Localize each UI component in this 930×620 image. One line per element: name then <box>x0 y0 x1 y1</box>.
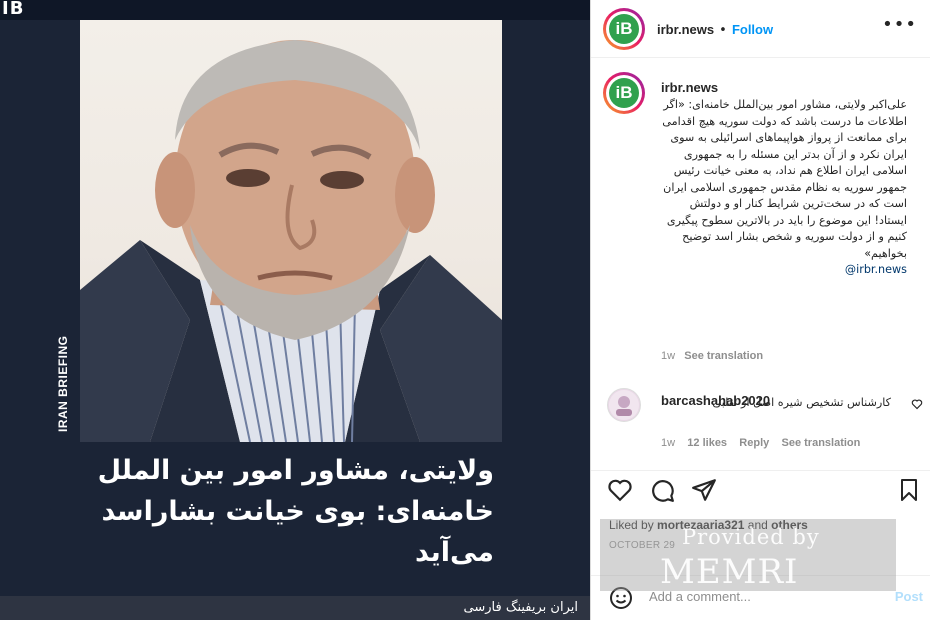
post-comment-button[interactable]: Post <box>895 589 923 604</box>
media-brand-logo: IB <box>2 0 25 19</box>
media-footer-bar: ایران بریفینگ فارسی <box>0 596 590 620</box>
more-options-icon[interactable]: ••• <box>882 14 917 35</box>
follow-button[interactable]: Follow <box>732 22 773 37</box>
post-header: iB irbr.news • Follow ••• <box>591 0 930 58</box>
caption-text: علی‌اکبر ولایتی، مشاور امور بین‌الملل خا… <box>662 98 907 260</box>
comment-time: 1w <box>661 437 676 449</box>
header-user-row: irbr.news • Follow <box>657 19 773 38</box>
author-username[interactable]: irbr.news <box>657 22 714 37</box>
post-media[interactable]: IB IRAN BRIEFING ولایتی، مشاور امور بین … <box>0 0 590 620</box>
caption-see-translation[interactable]: See translation <box>684 350 763 362</box>
caption-time: 1w <box>661 350 676 362</box>
caption-text-block: علی‌اکبر ولایتی، مشاور امور بین‌الملل خا… <box>661 97 907 279</box>
comment-text: کارشناس تشخیص شیره اصل از تقلبی <box>712 396 891 409</box>
header-separator: • <box>719 23 727 38</box>
caption-meta: 1w See translation <box>661 350 763 362</box>
comment-likes[interactable]: 12 likes <box>687 437 727 449</box>
media-footer-text: ایران بریفینگ فارسی <box>463 600 578 615</box>
media-top-strip <box>0 0 590 20</box>
iran-briefing-vertical-label: IRAN BRIEFING <box>56 335 70 433</box>
media-headline: ولایتی، مشاور امور بین الملل خامنه‌ای: ب… <box>97 455 494 568</box>
portrait-photo <box>80 20 502 442</box>
comment-like-icon[interactable] <box>911 398 923 410</box>
comment-icon[interactable] <box>649 477 675 503</box>
caption-mention-link[interactable]: irbr.news@ <box>845 263 907 276</box>
comment-reply-button[interactable]: Reply <box>739 437 769 449</box>
share-icon[interactable] <box>691 477 717 503</box>
comment-see-translation[interactable]: See translation <box>782 437 861 449</box>
watermark-line1: Provided by <box>682 525 820 549</box>
comment-meta: 1w 12 likes Reply See translation <box>661 437 860 449</box>
commenter-avatar-image <box>609 390 639 420</box>
watermark-line2: MEMRI <box>660 552 799 592</box>
portrait-illustration <box>80 40 502 442</box>
caption-username[interactable]: irbr.news <box>661 80 718 95</box>
heart-icon[interactable] <box>607 477 633 503</box>
commenter-avatar[interactable] <box>607 388 641 422</box>
avatar-initials: iB <box>609 14 639 44</box>
memri-watermark: Provided by MEMRI <box>600 519 896 592</box>
action-bar <box>591 470 930 510</box>
bookmark-icon[interactable] <box>897 477 921 503</box>
author-avatar[interactable]: iB <box>603 8 645 50</box>
caption-avatar-initials: iB <box>609 78 639 108</box>
caption-avatar[interactable]: iB <box>603 72 645 114</box>
